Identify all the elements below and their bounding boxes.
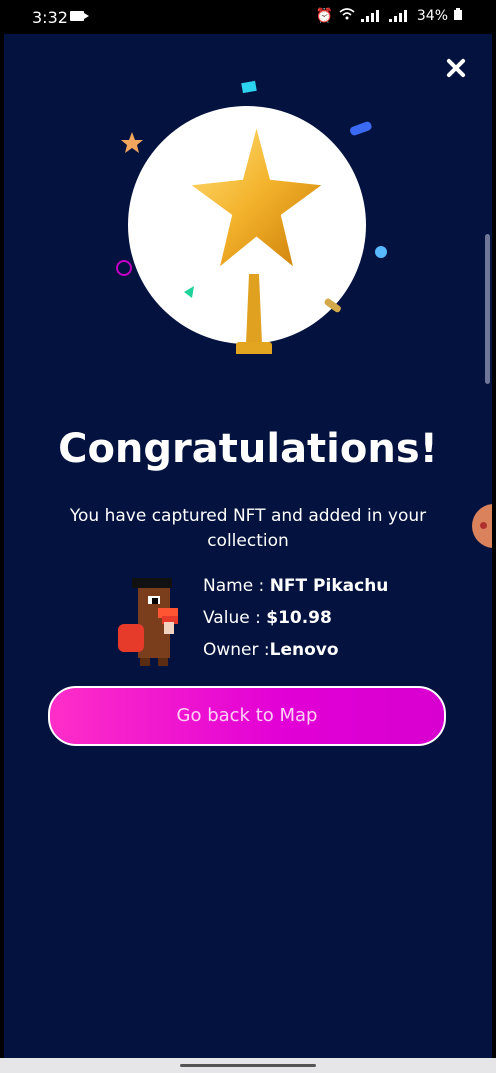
nft-name-row: Name : NFT Pikachu [203, 574, 388, 606]
go-back-to-map-button[interactable]: Go back to Map [48, 686, 446, 746]
congratulations-title: Congratulations! [58, 426, 438, 472]
navigation-bar [0, 1058, 496, 1073]
nft-details: Name : NFT Pikachu Value : $10.98 Owner … [203, 574, 388, 670]
scrollbar[interactable] [485, 234, 490, 384]
side-floating-tab[interactable] [472, 504, 492, 548]
nft-name-value: NFT Pikachu [269, 576, 389, 596]
signal-icon [360, 10, 383, 22]
battery-level: 34% [416, 8, 448, 24]
nft-owner-value: Lenovo [269, 640, 339, 660]
wifi-icon [339, 8, 355, 24]
confetti-icon [241, 80, 257, 94]
nft-name-label: Name : [203, 576, 265, 596]
battery-icon [454, 8, 462, 24]
congratulations-screen: Congratulations! You have captured NFT a… [4, 34, 492, 1058]
confetti-icon [184, 286, 194, 298]
close-icon[interactable] [444, 56, 468, 80]
video-camera-icon [70, 11, 89, 21]
trophy-illustration [104, 74, 404, 354]
confetti-icon [121, 132, 143, 153]
confetti-icon [375, 246, 387, 258]
nft-owner-label: Owner : [203, 640, 270, 660]
nft-value-row: Value : $10.98 [203, 606, 388, 638]
alarm-icon: ⏰ [315, 8, 333, 24]
nft-character-image [110, 572, 190, 672]
confetti-icon [324, 298, 341, 313]
home-handle[interactable] [180, 1064, 316, 1067]
star-trophy-icon [191, 128, 322, 267]
capture-message: You have captured NFT and added in your … [69, 506, 427, 551]
status-indicators: ⏰ 34% [315, 8, 462, 24]
nft-value-value: $10.98 [266, 608, 332, 628]
status-bar: 3:32 ⏰ 34% [0, 0, 496, 34]
signal-icon-2 [388, 10, 411, 22]
confetti-icon [116, 260, 132, 276]
confetti-icon [350, 121, 372, 136]
status-time: 3:32 [32, 8, 68, 27]
nft-owner-row: Owner :Lenovo [203, 638, 388, 670]
nft-value-label: Value : [203, 608, 261, 628]
